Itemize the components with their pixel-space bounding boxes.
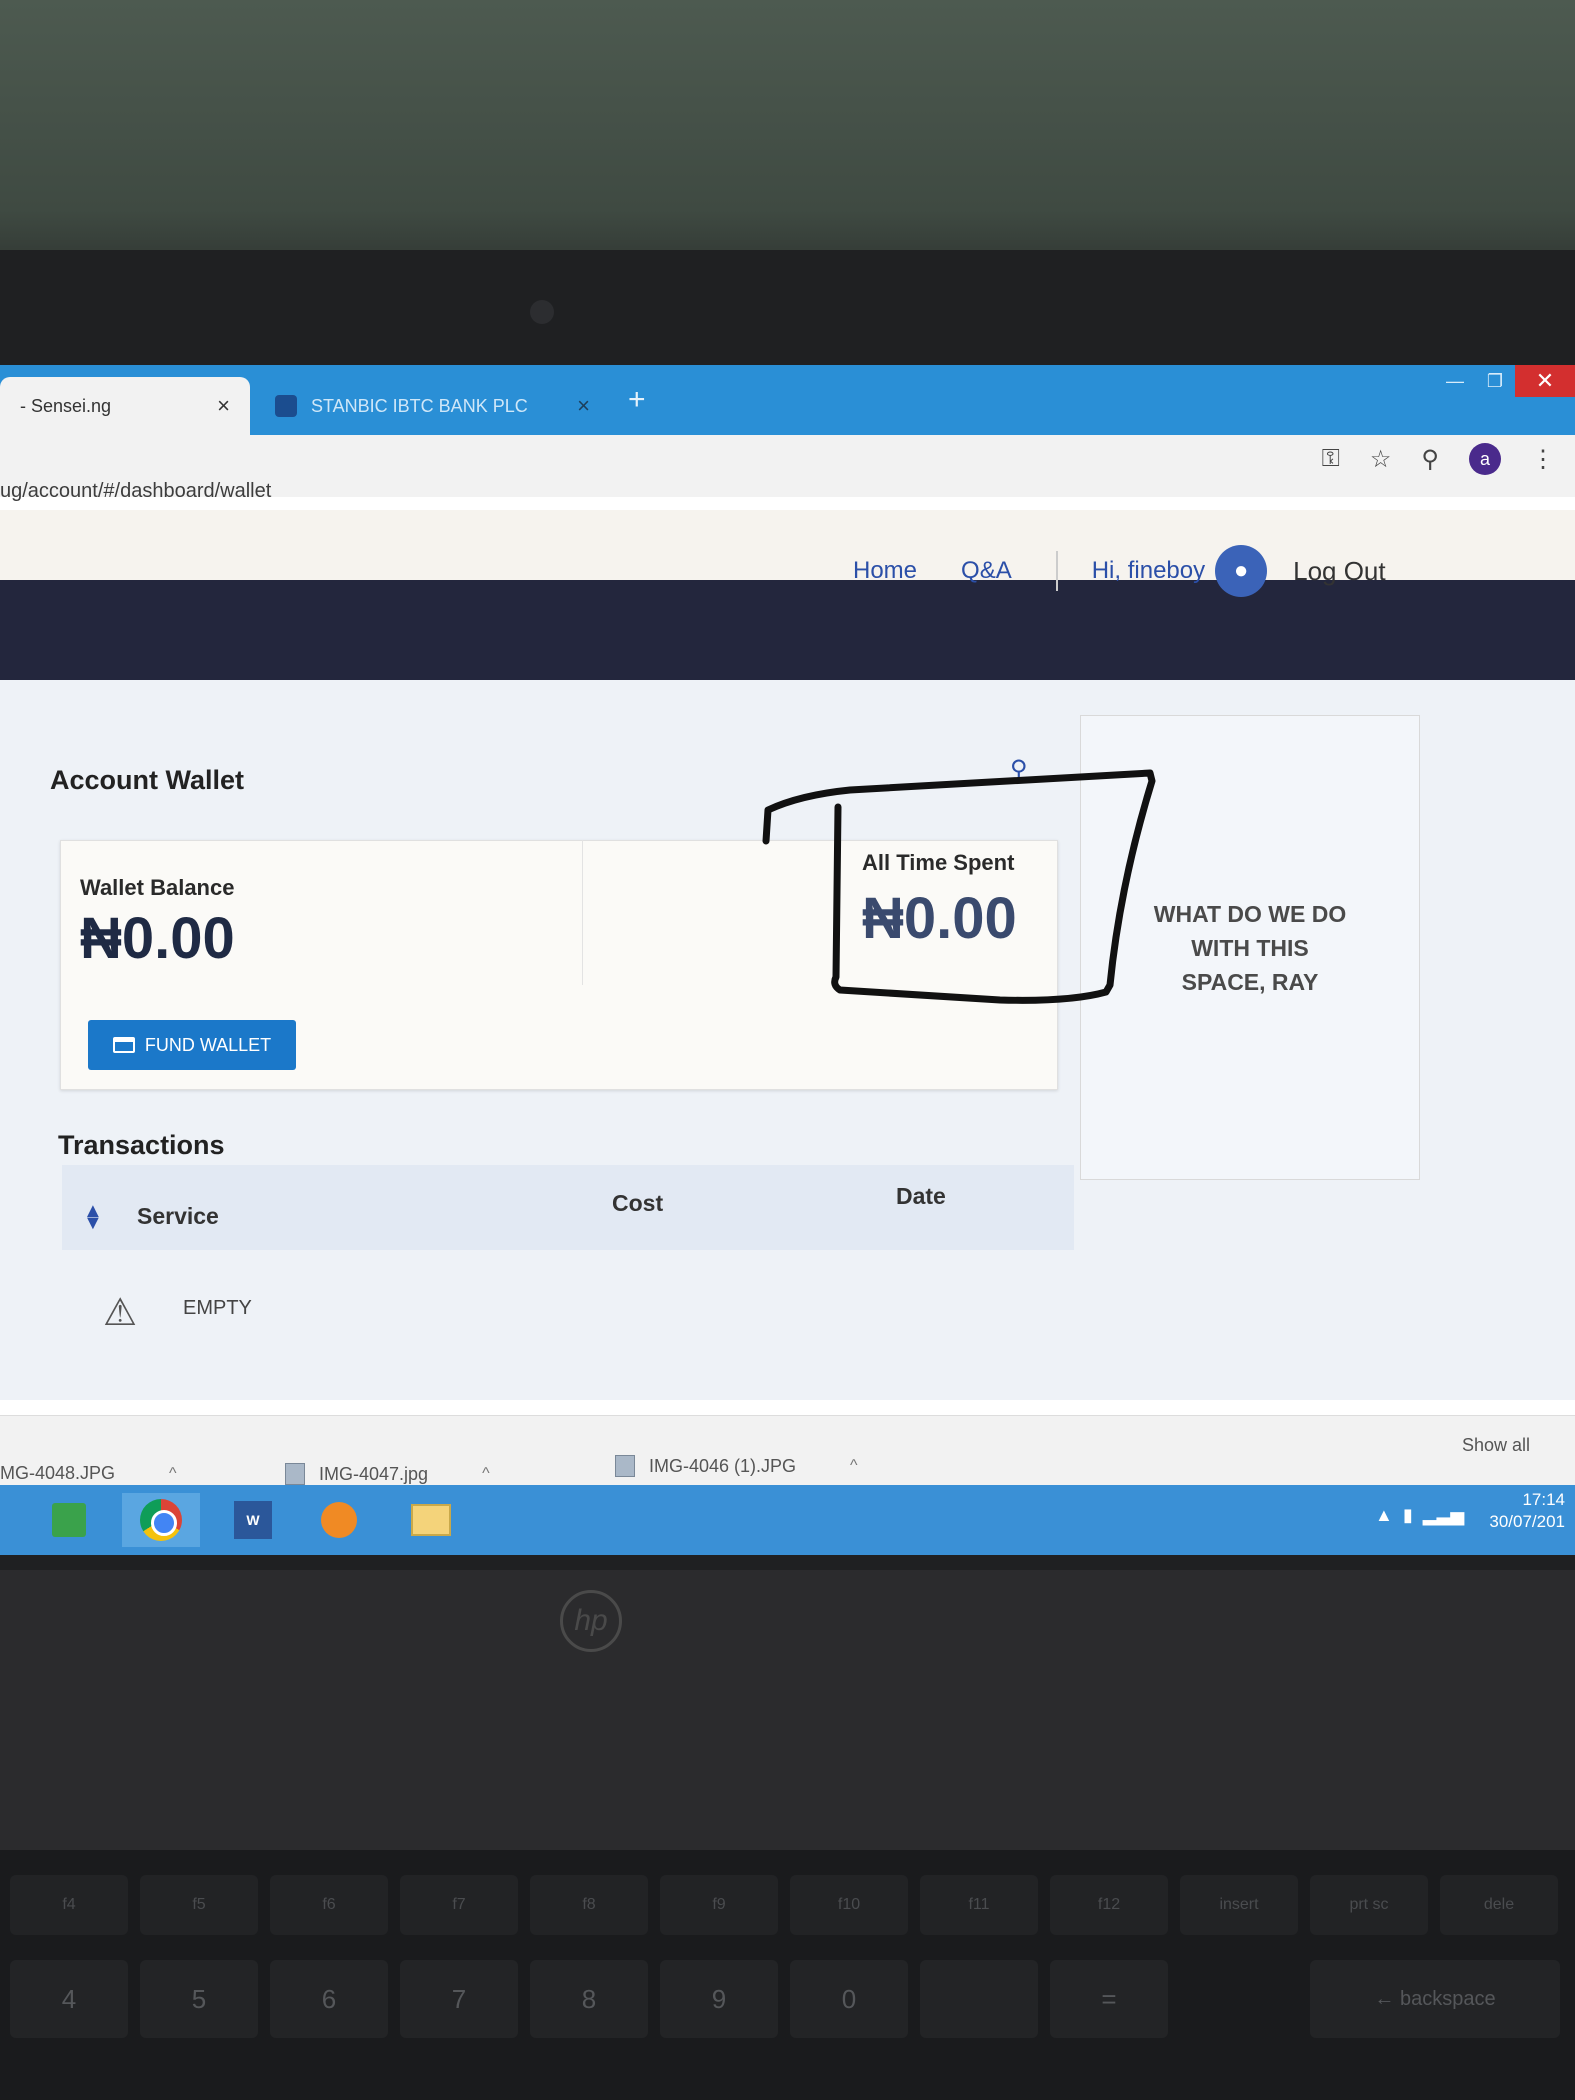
- webcam: [530, 300, 554, 324]
- tab-title: - Sensei.ng: [20, 395, 112, 416]
- logout-link[interactable]: Log Out: [1293, 556, 1386, 587]
- function-key: f10: [790, 1875, 908, 1935]
- nav-home[interactable]: Home: [853, 557, 917, 585]
- tab-sensei[interactable]: - Sensei.ng ×: [0, 377, 250, 435]
- empty-state-label: EMPTY: [183, 1297, 252, 1319]
- bank-favicon-icon: [275, 395, 297, 417]
- laptop-screen: - Sensei.ng × STANBIC IBTC BANK PLC × + …: [0, 365, 1575, 1555]
- all-time-spent-value: ₦0.00: [862, 886, 1017, 951]
- window-close-icon[interactable]: ✕: [1515, 365, 1575, 397]
- show-all-downloads-link[interactable]: Show all: [1462, 1435, 1530, 1456]
- nav-qa[interactable]: Q&A: [961, 557, 1012, 585]
- function-key: f5: [140, 1875, 258, 1935]
- page-title: Account Wallet: [50, 765, 245, 795]
- bookmark-star-icon[interactable]: ☆: [1370, 445, 1392, 474]
- function-key: insert: [1180, 1875, 1298, 1935]
- function-key: dele: [1440, 1875, 1558, 1935]
- system-clock[interactable]: 17:14 30/07/201: [1489, 1489, 1565, 1533]
- word-icon: W: [234, 1501, 272, 1539]
- function-key: f4: [10, 1875, 128, 1935]
- number-key: 9: [660, 1960, 778, 2038]
- download-filename: MG-4048.JPG: [0, 1463, 116, 1483]
- function-key: f7: [400, 1875, 518, 1935]
- card-divider: [582, 840, 583, 985]
- backspace-key: ← backspace: [1310, 1960, 1560, 2038]
- all-time-spent-label: All Time Spent: [862, 850, 1015, 875]
- hp-logo: hp: [560, 1590, 622, 1652]
- taskbar-media-app[interactable]: [300, 1493, 378, 1547]
- menu-dots-icon[interactable]: ⋮: [1531, 445, 1555, 474]
- function-key: prt sc: [1310, 1875, 1428, 1935]
- taskbar-explorer-app[interactable]: [392, 1493, 470, 1547]
- search-icon[interactable]: ⚲: [1010, 755, 1028, 784]
- image-file-icon: [285, 1463, 305, 1485]
- image-file-icon: [615, 1455, 635, 1477]
- file-explorer-icon: [411, 1504, 451, 1536]
- close-tab-icon[interactable]: ×: [217, 393, 230, 419]
- chevron-up-icon[interactable]: ^: [482, 1465, 490, 1483]
- number-key: =: [1050, 1960, 1168, 2038]
- number-key: 6: [270, 1960, 388, 2038]
- site-nav: Home Q&A Hi, fineboy ● Log Out: [853, 545, 1386, 597]
- system-tray-icons[interactable]: ▲ ▮ ▂▃▅: [1375, 1505, 1464, 1526]
- download-item[interactable]: MG-4048.JPG ^: [0, 1463, 177, 1484]
- download-item[interactable]: IMG-4046 (1).JPG ^: [615, 1455, 858, 1477]
- function-key: f8: [530, 1875, 648, 1935]
- laptop-keyboard: f4 f5 f6 f7 f8 f9 f10 f11 f12 insert prt…: [0, 1850, 1575, 2100]
- tab-title: STANBIC IBTC BANK PLC: [311, 395, 528, 416]
- restore-icon[interactable]: ❐: [1475, 365, 1515, 397]
- number-key: 8: [530, 1960, 648, 2038]
- fund-wallet-label: FUND WALLET: [144, 1034, 272, 1055]
- minimize-icon[interactable]: —: [1435, 365, 1475, 397]
- chevron-up-icon[interactable]: ^: [169, 1465, 177, 1483]
- store-icon: [52, 1503, 86, 1537]
- sort-icon[interactable]: ▲ ▼: [83, 1201, 103, 1233]
- function-key: f9: [660, 1875, 778, 1935]
- function-key: f6: [270, 1875, 388, 1935]
- user-greeting[interactable]: Hi, fineboy: [1092, 557, 1205, 585]
- browser-toolbar-icons: ⚿ ☆ ⚲ a ⋮: [1322, 443, 1555, 475]
- chrome-icon: [140, 1499, 182, 1541]
- number-key: 7: [400, 1960, 518, 2038]
- tab-stanbic[interactable]: STANBIC IBTC BANK PLC ×: [255, 377, 610, 435]
- number-key: 4: [10, 1960, 128, 2038]
- profile-avatar-icon[interactable]: a: [1469, 443, 1501, 475]
- side-placeholder-panel: WHAT DO WE DO WITH THIS SPACE, RAY: [1080, 715, 1420, 1180]
- column-cost[interactable]: Cost: [612, 1190, 663, 1217]
- fund-wallet-button[interactable]: FUND WALLET: [88, 1020, 296, 1070]
- download-item[interactable]: IMG-4047.jpg ^: [285, 1463, 490, 1485]
- address-bar[interactable]: ug/account/#/dashboard/wallet: [0, 480, 271, 503]
- function-key: f12: [1050, 1875, 1168, 1935]
- column-date[interactable]: Date: [896, 1183, 946, 1210]
- credit-card-icon: [112, 1037, 135, 1053]
- number-key: 0: [790, 1960, 908, 2038]
- taskbar-store-app[interactable]: [30, 1493, 108, 1547]
- number-key: [920, 1960, 1038, 2038]
- warning-icon: ⚠: [103, 1292, 138, 1334]
- column-service[interactable]: Service: [137, 1203, 219, 1230]
- clock-time: 17:14: [1522, 1490, 1565, 1509]
- download-filename: IMG-4047.jpg: [319, 1463, 429, 1484]
- wallet-balance-label: Wallet Balance: [80, 875, 235, 900]
- clock-date: 30/07/201: [1489, 1512, 1565, 1531]
- number-key: 5: [140, 1960, 258, 2038]
- media-player-icon: [321, 1502, 357, 1538]
- download-filename: IMG-4046 (1).JPG: [649, 1455, 797, 1476]
- new-tab-button[interactable]: +: [628, 383, 646, 417]
- wallet-balance-value: ₦0.00: [80, 906, 235, 971]
- key-icon[interactable]: ⚿: [1322, 445, 1340, 473]
- placeholder-note: WHAT DO WE DO WITH THIS SPACE, RAY: [1153, 900, 1347, 995]
- taskbar-chrome-app[interactable]: [122, 1493, 200, 1547]
- extension-icon[interactable]: ⚲: [1421, 445, 1439, 474]
- taskbar-word-app[interactable]: W: [214, 1493, 292, 1547]
- transactions-heading: Transactions: [58, 1130, 225, 1160]
- chevron-up-icon[interactable]: ^: [850, 1457, 858, 1475]
- browser-tab-bar: - Sensei.ng × STANBIC IBTC BANK PLC × + …: [0, 365, 1575, 435]
- function-key: f11: [920, 1875, 1038, 1935]
- close-tab-icon[interactable]: ×: [577, 393, 590, 419]
- nav-divider: [1055, 551, 1058, 591]
- user-avatar-icon[interactable]: ●: [1215, 545, 1268, 597]
